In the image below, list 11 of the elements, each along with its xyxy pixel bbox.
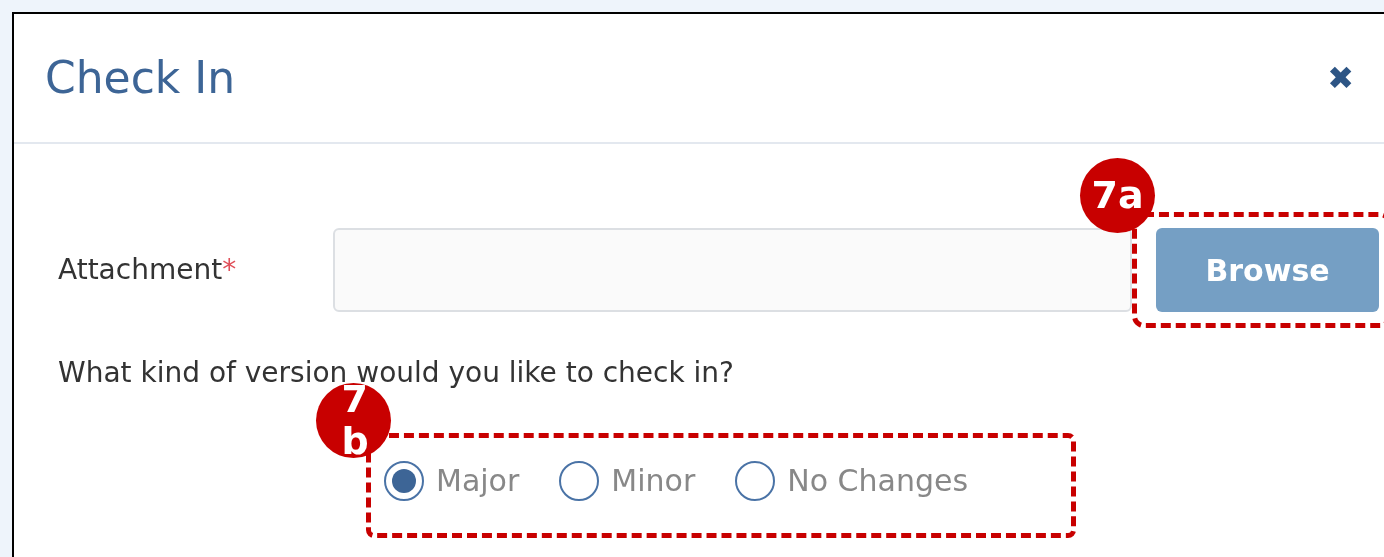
radio-option[interactable]: No Changes (735, 458, 969, 503)
attachment-label: Attachment* (58, 252, 238, 288)
radio-button[interactable] (735, 460, 776, 501)
close-button[interactable]: ✖ (1327, 62, 1354, 94)
dialog-title: Check In (45, 51, 236, 105)
radio-option[interactable]: Minor (559, 458, 696, 503)
attachment-field[interactable] (333, 228, 1132, 312)
browse-button[interactable]: Browse (1156, 228, 1379, 312)
radio-option[interactable]: Major (384, 458, 520, 503)
radio-button[interactable] (559, 460, 600, 501)
radio-button[interactable] (384, 460, 424, 501)
